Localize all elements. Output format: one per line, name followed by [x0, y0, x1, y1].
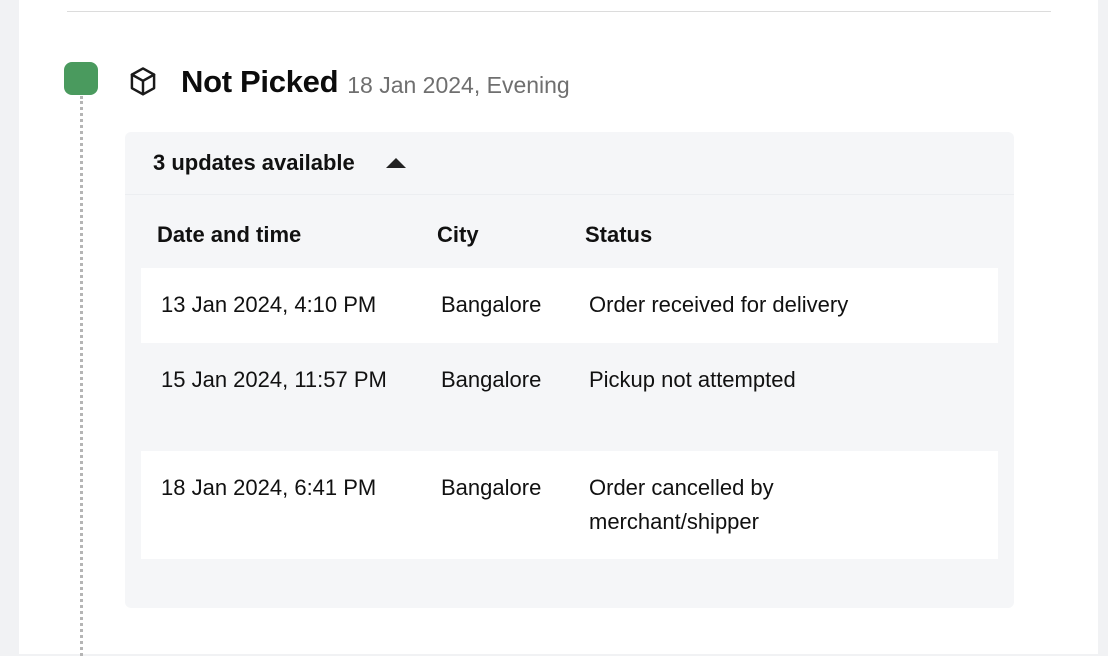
table-row: 18 Jan 2024, 6:41 PM Bangalore Order can…: [141, 451, 998, 559]
column-header-city: City: [437, 222, 479, 247]
column-header-status: Status: [585, 222, 653, 247]
row-status: Order cancelled by merchant/shipper: [589, 475, 774, 534]
timeline-connector: [80, 96, 83, 656]
row-datetime: 18 Jan 2024, 6:41 PM: [161, 475, 377, 500]
updates-toggle[interactable]: 3 updates available: [153, 150, 406, 176]
row-city: Bangalore: [441, 367, 542, 392]
row-status: Pickup not attempted: [589, 367, 796, 392]
table-row: 13 Jan 2024, 4:10 PM Bangalore Order rec…: [141, 268, 998, 343]
row-datetime: 13 Jan 2024, 4:10 PM: [161, 292, 377, 317]
event-header: Not Picked 18 Jan 2024, Evening: [127, 60, 570, 104]
updates-panel: 3 updates available Date and time City S…: [125, 132, 1014, 608]
event-status-title: Not Picked: [181, 64, 339, 99]
row-city: Bangalore: [441, 475, 542, 500]
event-status-date: 18 Jan 2024, Evening: [347, 71, 570, 98]
row-status: Order received for delivery: [589, 292, 849, 317]
column-header-datetime: Date and time: [157, 222, 302, 247]
row-city: Bangalore: [441, 292, 542, 317]
caret-up-icon[interactable]: [385, 158, 406, 168]
row-datetime: 15 Jan 2024, 11:57 PM: [161, 367, 387, 392]
package-box-icon: [127, 65, 159, 99]
panel-separator: [125, 194, 1014, 195]
tracking-card: Not Picked 18 Jan 2024, Evening 3 update…: [19, 0, 1098, 656]
table-row: 15 Jan 2024, 11:57 PM Bangalore Pickup n…: [141, 343, 998, 451]
divider: [67, 11, 1051, 12]
timeline-status-dot: [64, 62, 98, 95]
updates-toggle-label: 3 updates available: [153, 150, 355, 175]
